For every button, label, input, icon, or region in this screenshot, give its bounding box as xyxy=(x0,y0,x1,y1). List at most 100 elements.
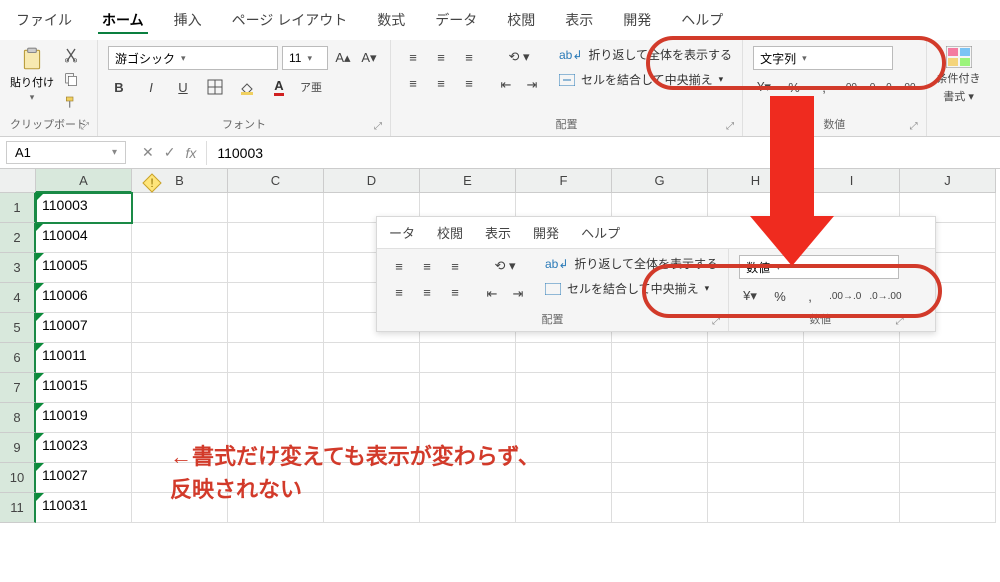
increase-indent-icon[interactable]: ⇥ xyxy=(507,283,529,305)
percent-icon[interactable]: % xyxy=(783,76,805,98)
number-format-combo[interactable]: 文字列▾ xyxy=(753,46,893,70)
row-header[interactable]: 8 xyxy=(0,403,36,433)
cell-empty[interactable] xyxy=(132,193,228,223)
cell-empty[interactable] xyxy=(612,373,708,403)
launcher-icon[interactable]: ⤢ xyxy=(726,121,734,132)
col-header-e[interactable]: E xyxy=(420,169,516,193)
cell-empty[interactable] xyxy=(708,343,804,373)
cell-empty[interactable] xyxy=(228,193,324,223)
cell-empty[interactable] xyxy=(708,433,804,463)
align-top-icon[interactable]: ≡ xyxy=(387,255,411,277)
cell-empty[interactable] xyxy=(420,403,516,433)
cell-empty[interactable] xyxy=(132,373,228,403)
cell-empty[interactable] xyxy=(612,493,708,523)
tab-review[interactable]: 校閲 xyxy=(503,8,539,34)
format-painter-icon[interactable] xyxy=(62,94,80,112)
launcher-icon[interactable]: ⤢ xyxy=(896,316,904,327)
launcher-icon[interactable]: ⤢ xyxy=(910,121,918,132)
cell-empty[interactable] xyxy=(132,223,228,253)
col-header-j[interactable]: J xyxy=(900,169,996,193)
row-header[interactable]: 6 xyxy=(0,343,36,373)
fill-color-button[interactable] xyxy=(236,76,258,98)
cell-a8[interactable]: 110019 xyxy=(36,403,132,433)
decrease-font-icon[interactable]: A▾ xyxy=(358,47,380,69)
cell-a3[interactable]: 110005 xyxy=(36,253,132,283)
cell-empty[interactable] xyxy=(516,343,612,373)
cell-a11[interactable]: 110031 xyxy=(36,493,132,523)
paste-icon[interactable] xyxy=(19,46,45,72)
comma-icon[interactable]: , xyxy=(813,76,835,98)
name-box[interactable]: A1▾ xyxy=(6,141,126,164)
cell-empty[interactable] xyxy=(228,403,324,433)
cell-empty[interactable] xyxy=(516,403,612,433)
overlay-tab-data[interactable]: ータ xyxy=(389,223,415,242)
cell-a4[interactable]: 110006 xyxy=(36,283,132,313)
cut-icon[interactable] xyxy=(62,46,80,64)
orientation-button[interactable]: ⟲ ▾ xyxy=(495,46,543,68)
formula-bar[interactable]: 110003 xyxy=(206,141,1000,165)
cell-a7[interactable]: 110015 xyxy=(36,373,132,403)
row-header[interactable]: 2 xyxy=(0,223,36,253)
percent-icon[interactable]: % xyxy=(769,285,791,307)
increase-decimal-icon[interactable]: .00→.0 xyxy=(843,76,875,98)
cell-empty[interactable] xyxy=(804,373,900,403)
row-header[interactable]: 3 xyxy=(0,253,36,283)
col-header-d[interactable]: D xyxy=(324,169,420,193)
decrease-indent-icon[interactable]: ⇤ xyxy=(495,74,517,96)
error-indicator-icon[interactable]: ! xyxy=(142,173,162,193)
conditional-formatting-button[interactable]: 条件付き 書式 ▾ xyxy=(937,46,981,104)
cell-empty[interactable] xyxy=(804,493,900,523)
cell-empty[interactable] xyxy=(804,403,900,433)
overlay-tab-developer[interactable]: 開発 xyxy=(533,223,559,242)
cell-empty[interactable] xyxy=(420,343,516,373)
row-header[interactable]: 5 xyxy=(0,313,36,343)
wrap-text-button[interactable]: ab↲ 折り返して全体を表示する xyxy=(559,46,732,63)
align-center-icon[interactable]: ≡ xyxy=(415,281,439,303)
col-header-a[interactable]: A xyxy=(36,169,132,193)
copy-icon[interactable] xyxy=(62,70,80,88)
cell-empty[interactable] xyxy=(132,313,228,343)
merge-center-button[interactable]: セルを結合して中央揃え ▾ xyxy=(545,280,718,297)
cell-empty[interactable] xyxy=(420,373,516,403)
cell-a6[interactable]: 110011 xyxy=(36,343,132,373)
cell-empty[interactable] xyxy=(324,373,420,403)
increase-indent-icon[interactable]: ⇥ xyxy=(521,74,543,96)
tab-formulas[interactable]: 数式 xyxy=(373,8,409,34)
cell-empty[interactable] xyxy=(132,403,228,433)
tab-pagelayout[interactable]: ページ レイアウト xyxy=(228,8,352,34)
cell-empty[interactable] xyxy=(900,403,996,433)
col-header-c[interactable]: C xyxy=(228,169,324,193)
cell-empty[interactable] xyxy=(900,373,996,403)
launcher-icon[interactable]: ⤢ xyxy=(81,121,89,132)
overlay-tab-review[interactable]: 校閲 xyxy=(437,223,463,242)
tab-developer[interactable]: 開発 xyxy=(619,8,655,34)
cell-empty[interactable] xyxy=(612,433,708,463)
merge-center-button[interactable]: セルを結合して中央揃え ▾ xyxy=(559,71,732,88)
cell-empty[interactable] xyxy=(804,463,900,493)
row-header[interactable]: 7 xyxy=(0,373,36,403)
align-left-icon[interactable]: ≡ xyxy=(387,281,411,303)
cell-empty[interactable] xyxy=(132,253,228,283)
overlay-tab-help[interactable]: ヘルプ xyxy=(581,223,620,242)
increase-decimal-icon[interactable]: .00→.0 xyxy=(829,285,861,307)
bold-button[interactable]: B xyxy=(108,76,130,98)
align-bottom-icon[interactable]: ≡ xyxy=(443,255,467,277)
cell-empty[interactable] xyxy=(900,343,996,373)
cell-empty[interactable] xyxy=(516,373,612,403)
align-right-icon[interactable]: ≡ xyxy=(443,281,467,303)
cancel-icon[interactable]: ✕ xyxy=(142,144,154,161)
wrap-text-button[interactable]: ab↲ 折り返して全体を表示する xyxy=(545,255,718,272)
decrease-decimal-icon[interactable]: .0→.00 xyxy=(869,285,901,307)
tab-view[interactable]: 表示 xyxy=(561,8,597,34)
chevron-down-icon[interactable]: ▾ xyxy=(719,74,724,85)
orientation-button[interactable]: ⟲ ▾ xyxy=(481,255,529,277)
fx-icon[interactable]: fx xyxy=(185,145,196,161)
cell-empty[interactable] xyxy=(612,343,708,373)
align-middle-icon[interactable]: ≡ xyxy=(429,46,453,68)
cell-empty[interactable] xyxy=(900,493,996,523)
cell-empty[interactable] xyxy=(804,343,900,373)
cell-empty[interactable] xyxy=(228,223,324,253)
col-header-g[interactable]: G xyxy=(612,169,708,193)
row-header[interactable]: 10 xyxy=(0,463,36,493)
cell-empty[interactable] xyxy=(324,343,420,373)
